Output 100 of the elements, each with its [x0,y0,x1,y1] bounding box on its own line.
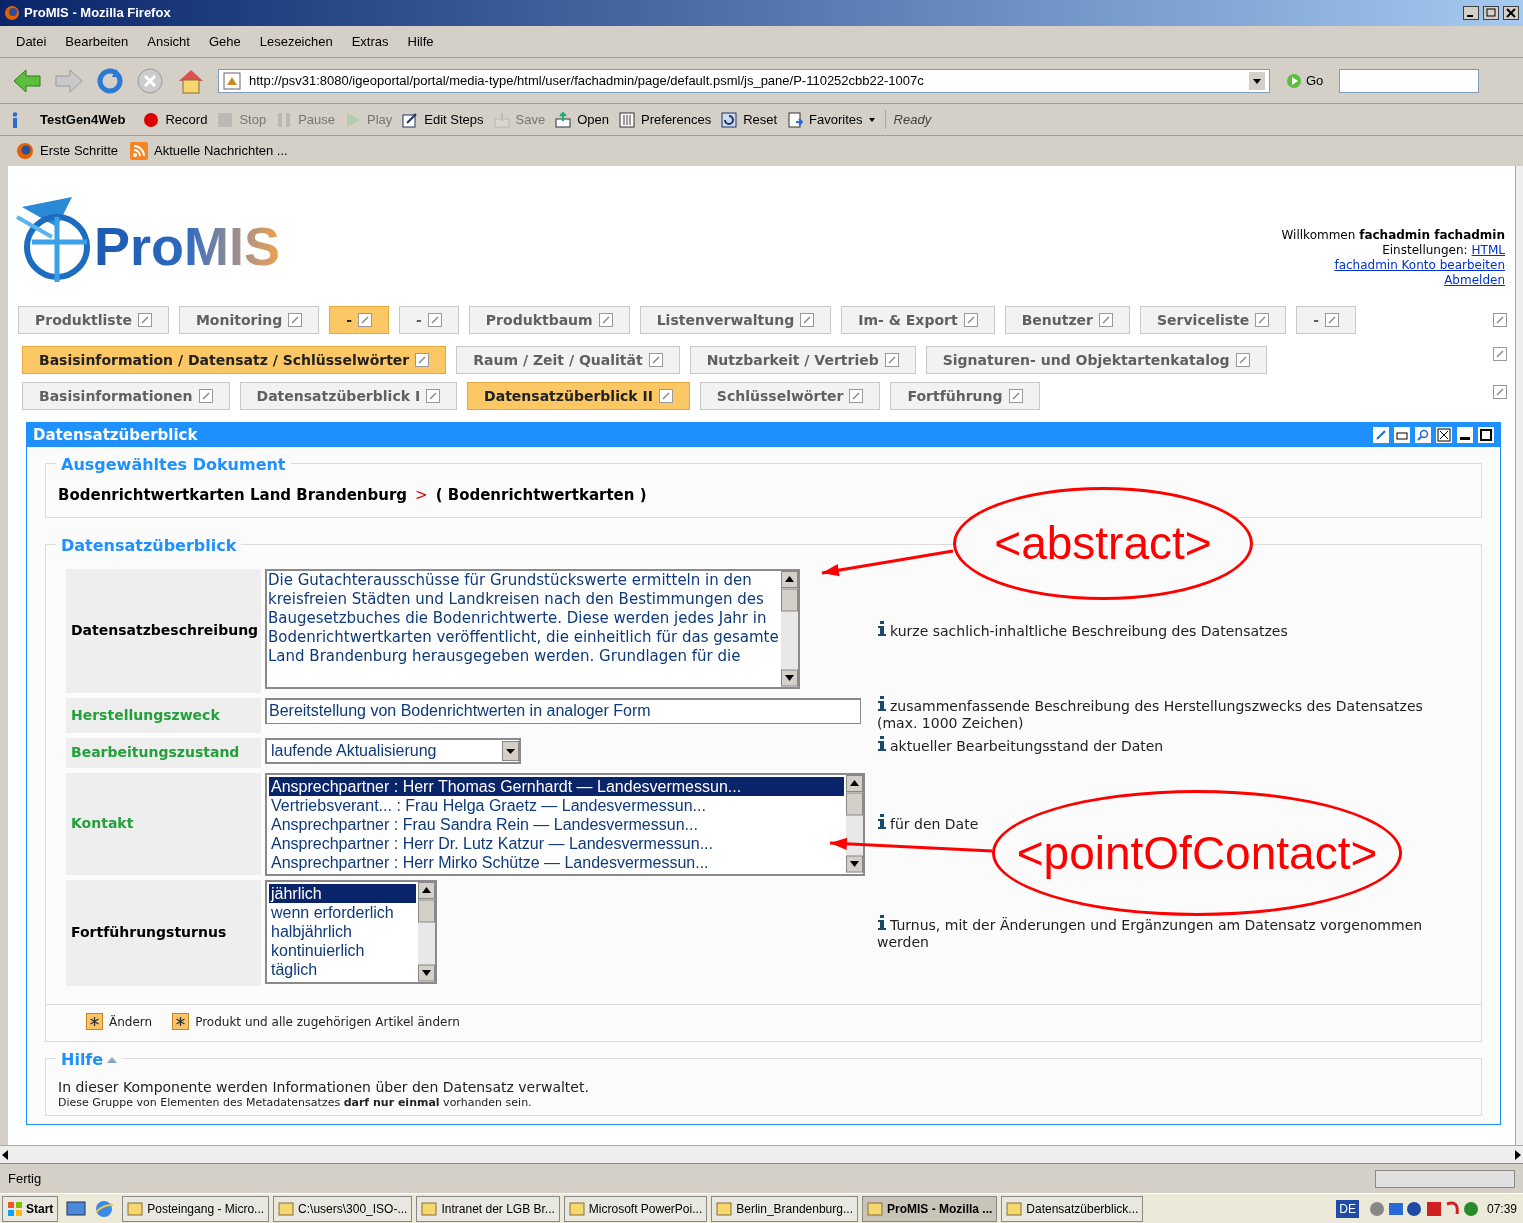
start-button[interactable]: Start [2,1195,59,1222]
taskbar-button[interactable]: Posteingang - Micro... [122,1195,270,1222]
taskbar-button[interactable]: Microsoft PowerPoi... [563,1195,708,1222]
tab[interactable]: Datensatzüberblick I [239,382,458,410]
edit-icon [1325,313,1340,327]
scrollbar[interactable] [781,570,798,687]
tab[interactable]: Produktliste [18,306,169,334]
menu-item[interactable]: Hilfe [407,31,434,52]
tab[interactable]: Produktbaum [468,306,630,334]
list-box[interactable] [265,772,865,876]
scrollbar[interactable] [418,881,435,982]
list-option[interactable]: Ansprechpartner : Herr Dr. Lutz Katzur — Landesvermessun... [269,833,715,853]
go-button[interactable]: Go [1282,70,1328,91]
input-field[interactable]: Bereitstellung von Bodenrichtwerten in analoger Form [265,697,861,724]
taskbar-button[interactable]: ProMIS - Mozilla ... [861,1195,998,1222]
tab[interactable]: - [329,306,390,334]
hint-text: für den Date [877,814,979,833]
list-option[interactable]: Ansprechpartner : Frau Sandra Rein — Landesvermessun... [269,814,700,834]
edit-icon [1493,313,1507,327]
window-icon [127,1200,144,1217]
edit-icon [849,389,864,403]
tab[interactable]: Basisinformation / Datensatz / Schlüsselwörter [22,346,447,374]
vertical-scrollbar[interactable] [1515,166,1523,1145]
language-indicator[interactable]: DE [1336,1199,1359,1218]
toolbar-button[interactable]: Favorites [787,109,875,130]
list-option[interactable]: wenn erforderlich [269,902,396,922]
tab[interactable]: Listenverwaltung [639,306,832,334]
list-option[interactable]: jährlich [269,883,416,903]
taskbar-button[interactable]: Datensatzüberblick... [1001,1195,1144,1222]
settings-link[interactable]: HTML [1471,243,1505,258]
edit-icon [658,389,673,403]
edit-icon [598,313,613,327]
tab[interactable]: - [399,306,459,334]
list-option[interactable]: Ansprechpartner : Herr Mirko Schütze — Landesvermessun... [269,852,711,872]
menu-item[interactable]: Extras [351,31,389,52]
taskbar-button[interactable]: Intranet der LGB Br... [416,1195,560,1222]
window-icon [1006,1200,1023,1217]
print-icon[interactable] [1394,427,1410,443]
tab[interactable]: Raum / Zeit / Qualität [456,346,680,374]
browser-icon[interactable] [94,1199,115,1218]
toolbar-button[interactable]: Record [143,109,208,130]
tab[interactable]: Datensatzüberblick II [467,382,690,410]
toolbar-button[interactable]: Reset [721,109,778,130]
taskbar-button[interactable]: Berlin_Brandenburg... [711,1195,858,1222]
bookmark[interactable]: Erste Schritte [16,141,119,161]
reload-icon[interactable] [96,66,124,95]
tab[interactable]: Im- & Export [841,306,995,334]
close-button[interactable] [1503,6,1519,20]
save-icon [493,111,510,128]
action-link[interactable]: Ändern [86,1012,153,1031]
tab[interactable]: - [1296,306,1357,334]
list-option[interactable]: Vertriebsverant... : Frau Helga Graetz — Landesvermessun... [269,795,708,815]
welcome-text: Willkommen fachadmin fachadmin [1281,228,1505,243]
minimize-icon[interactable] [1457,427,1473,443]
bookmark[interactable]: Aktuelle Nachrichten ... [130,141,288,161]
left-arrow-icon [0,1149,10,1160]
list-box[interactable]: jährlich wenn erforderlich halbjährlich kontinuierlich täglich [265,879,437,984]
action-link[interactable]: Produkt und alle zugehörigen Artikel ändern [172,1012,460,1031]
desktop-icon[interactable] [66,1199,87,1218]
tab[interactable]: Serviceliste [1140,306,1287,334]
horizontal-scrollbar[interactable] [0,1145,1523,1163]
toolbar-button[interactable]: Preferences [619,109,712,130]
tab[interactable]: Benutzer [1004,306,1130,334]
menu-item[interactable]: Datei [16,31,47,52]
scrollbar[interactable] [846,774,863,873]
window-icon [278,1200,295,1217]
feed-icon [130,142,149,160]
menu-item[interactable]: Lesezeichen [259,31,333,52]
text-area[interactable]: Die Gutachterausschüsse für Grundstückswerte ermitteln in den kreisfreien Städten und Landkreisen nach den Bestimmungen des Baugesetzbuches die Bodenrichtwerte. Diese werden jedes Jahr in Bodenrichtwertkarten veröffentlicht, die einheitlich für das gesamte Land Brandenburg herausgegeben werden. Grundlagen für die [265,568,800,689]
list-option[interactable]: halbjährlich [269,921,354,941]
edit-icon[interactable] [1373,427,1389,443]
list-option[interactable]: täglich [269,959,320,979]
search-field[interactable] [1339,68,1480,93]
toolbar-button[interactable]: Edit Steps [402,109,484,130]
close-icon[interactable] [1436,427,1452,443]
maximize-button[interactable] [1483,6,1499,20]
stop-icon[interactable] [136,66,164,95]
menu-item[interactable]: Bearbeiten [65,31,129,52]
list-option[interactable]: Ansprechpartner : Herr Thomas Gernhardt — Landesvermessun... [269,776,844,796]
menu-item[interactable]: Ansicht [147,31,190,52]
logout-link[interactable]: Abmelden [1444,273,1505,288]
address-field[interactable]: http://psv31:8080/igeoportal/portal/media-type/html/user/fachadmin/page/default.psml/js_pane/P-110252cbb22-1007c [218,68,1270,93]
minimize-button[interactable] [1463,6,1479,20]
tab[interactable]: Fortführung [890,382,1040,410]
menu-item[interactable]: Gehe [208,31,241,52]
field-label: Datensatzbeschreibung [71,621,259,640]
list-option[interactable]: kontinuierlich [269,940,367,960]
taskbar-button[interactable]: C:\users\300_ISO-... [273,1195,413,1222]
tab[interactable]: Nutzbarkeit / Vertrieb [689,346,916,374]
tab[interactable]: Monitoring [178,306,320,334]
dropdown[interactable]: laufende Aktualisierung [265,737,521,764]
tab[interactable]: Schlüsselwörter [699,382,881,410]
toolbar-button[interactable]: Open [555,109,610,130]
search-icon[interactable] [1415,427,1431,443]
back-arrow-icon[interactable] [12,67,42,94]
tab[interactable]: Signaturen- und Objektartenkatalog [925,346,1267,374]
account-link[interactable]: fachadmin Konto bearbeiten [1334,258,1505,273]
maximize-icon[interactable] [1478,427,1494,443]
tab[interactable]: Basisinformationen [22,382,230,410]
firefox-icon [16,142,34,160]
